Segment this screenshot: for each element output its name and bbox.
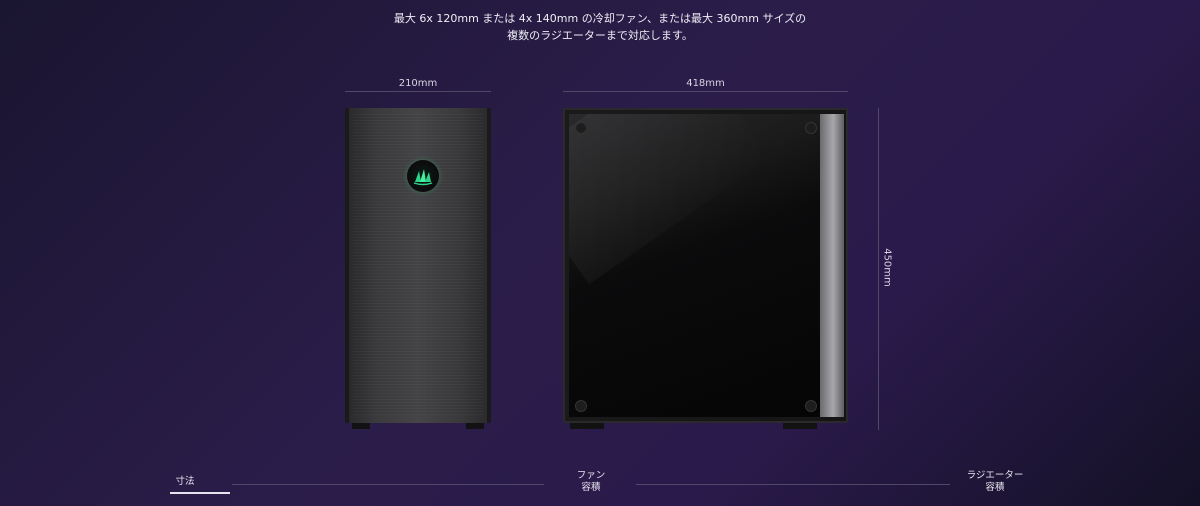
case-side-image <box>563 108 848 423</box>
tempered-glass-panel <box>569 114 820 417</box>
tab-radiator-capacity[interactable]: ラジエーター 容積 <box>958 470 1032 494</box>
tab-separator-2 <box>636 484 950 485</box>
tab-dimensions-active-indicator <box>170 492 230 494</box>
case-front-image <box>345 108 491 423</box>
tab-separator-1 <box>232 484 544 485</box>
description-line-2: 複数のラジエーターまで対応します。 <box>507 29 693 42</box>
description-line-1: 最大 6x 120mm または 4x 140mm の冷却ファン、または最大 36… <box>393 12 807 25</box>
glass-screw-top-right <box>805 122 817 134</box>
case-side-foot-right <box>783 423 817 429</box>
case-front-foot-right <box>466 423 484 429</box>
tab-dimensions[interactable]: 寸法 <box>155 476 215 488</box>
tab-fan-capacity[interactable]: ファン 容積 <box>556 470 626 494</box>
case-side-foot-left <box>570 423 604 429</box>
glass-screw-bottom-left <box>575 400 587 412</box>
width-dimension-line <box>345 91 491 92</box>
corsair-sails-icon <box>413 169 433 186</box>
depth-dimension-label: 418mm <box>686 78 725 89</box>
glass-screw-top-left <box>575 122 587 134</box>
height-dimension-label: 450mm <box>881 248 893 287</box>
depth-dimension-line <box>563 91 848 92</box>
glass-screw-bottom-right <box>805 400 817 412</box>
height-dimension-line <box>878 108 879 430</box>
front-panel-edge <box>820 114 844 417</box>
width-dimension-label: 210mm <box>398 78 438 89</box>
corsair-logo <box>407 160 439 192</box>
case-front-foot-left <box>352 423 370 429</box>
description-text: 最大 6x 120mm または 4x 140mm の冷却ファン、または最大 36… <box>0 10 1200 44</box>
